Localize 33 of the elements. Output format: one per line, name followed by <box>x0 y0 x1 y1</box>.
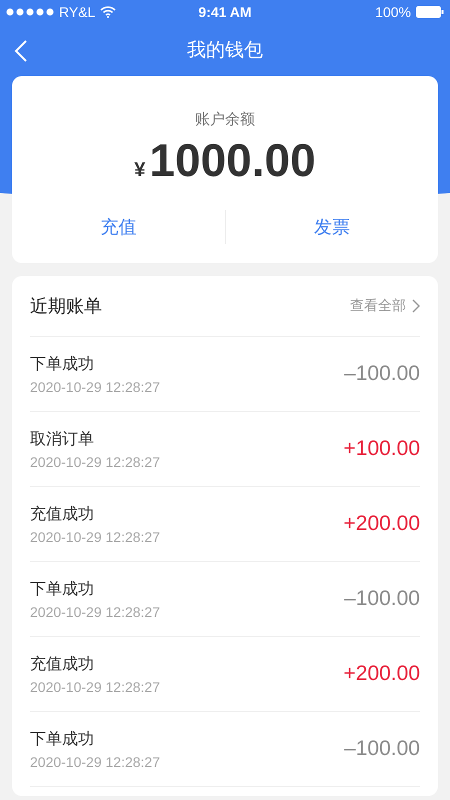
section-title: 近期账单 <box>30 295 102 318</box>
bill-time: 2020-10-29 12:28:27 <box>30 754 160 770</box>
bill-title: 充值成功 <box>30 654 95 674</box>
bill-time: 2020-10-29 12:28:27 <box>30 604 160 620</box>
battery-percent: 100% <box>375 4 411 20</box>
currency-symbol: ¥ <box>134 159 146 182</box>
bill-time: 2020-10-29 12:28:27 <box>30 454 160 470</box>
bill-time: 2020-10-29 12:28:27 <box>30 528 160 544</box>
balance-label: 账户余额 <box>195 110 255 129</box>
page-title: 我的钱包 <box>187 39 263 63</box>
bill-amount: –100.00 <box>344 362 420 386</box>
bill-title: 下单成功 <box>30 354 95 374</box>
carrier-name: RY&L <box>59 4 96 20</box>
action-button[interactable]: 发票 <box>226 207 438 247</box>
bill-title: 下单成功 <box>30 580 95 600</box>
bill-amount: –100.00 <box>344 587 420 611</box>
signal-icon <box>6 8 54 16</box>
bill-amount: +200.00 <box>344 662 420 686</box>
bill-title: 下单成功 <box>30 730 95 750</box>
bill-title: 取消订单 <box>30 430 95 450</box>
view-all-link[interactable]: 查看全部 <box>350 297 420 315</box>
chevron-icon <box>412 299 420 313</box>
bill-title: 充值成功 <box>30 504 95 524</box>
wifi-icon <box>100 6 116 18</box>
balance-amount: 1000.00 <box>149 133 316 187</box>
bill-amount: –100.00 <box>344 737 420 761</box>
bill-time: 2020-10-29 12:28:27 <box>30 378 160 394</box>
status-time: 9:41 AM <box>198 4 252 20</box>
bill-amount: +100.00 <box>344 437 420 461</box>
bill-amount: +200.00 <box>344 512 420 536</box>
action-button[interactable]: 充值 <box>12 207 224 247</box>
battery-icon <box>416 6 444 18</box>
bill-time: 2020-10-29 12:28:27 <box>30 678 160 694</box>
